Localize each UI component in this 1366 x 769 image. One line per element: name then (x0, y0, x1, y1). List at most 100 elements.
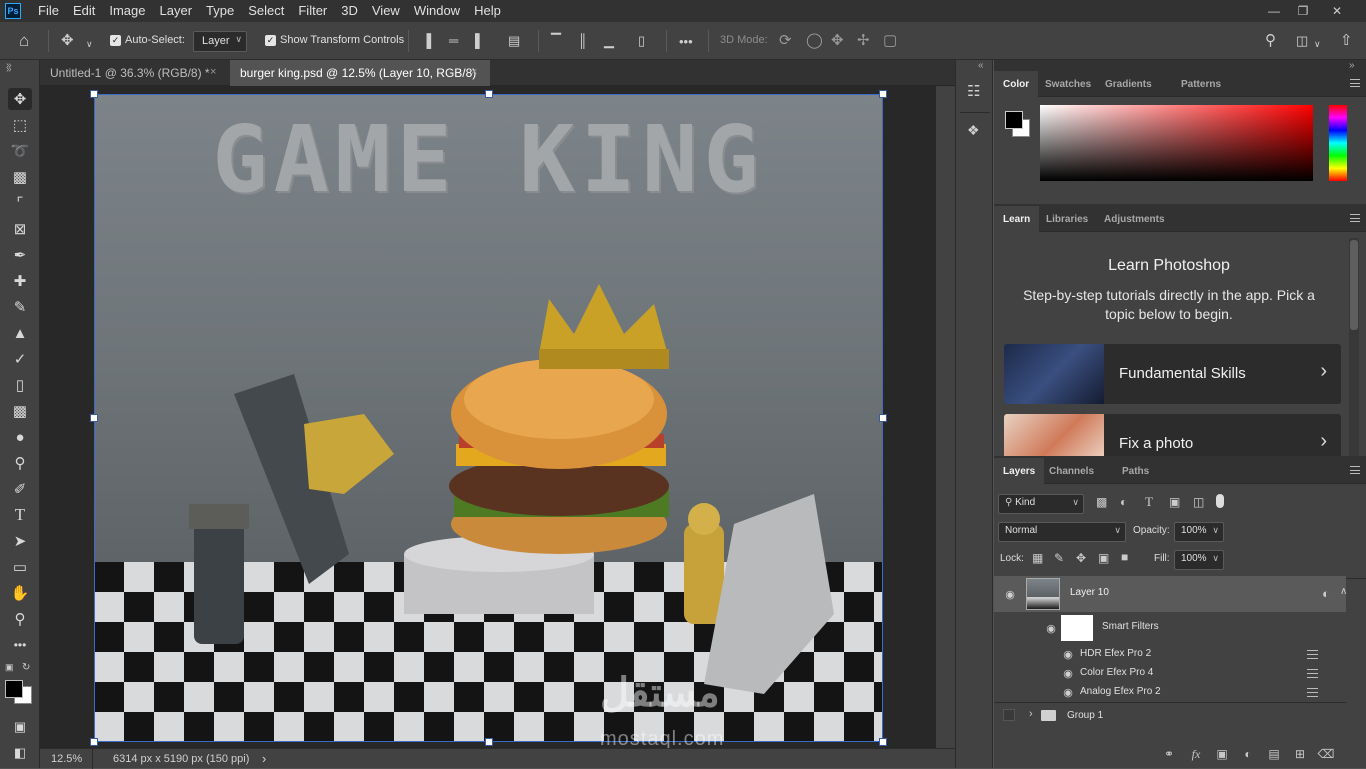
adjustment-layer-icon[interactable]: ◐ (1240, 746, 1256, 762)
zoom-tool-icon[interactable]: ⚲ (8, 608, 32, 630)
adjustment-filter-icon[interactable]: ◐ (1120, 495, 1127, 509)
tab-channels[interactable]: Channels (1040, 458, 1103, 484)
more-options-icon[interactable]: ••• (679, 33, 693, 51)
menu-file[interactable]: File (31, 0, 66, 22)
slide-3d-icon[interactable]: ✢ (857, 32, 870, 50)
transform-handle[interactable] (485, 738, 493, 746)
lock-position-icon[interactable]: ✥ (1076, 551, 1086, 565)
frame-tool-icon[interactable]: ⊠ (8, 218, 32, 240)
pen-tool-icon[interactable]: ✐ (8, 478, 32, 500)
history-brush-tool-icon[interactable]: ✓ (8, 348, 32, 370)
chevron-down-icon[interactable]: ∨ (86, 35, 93, 53)
align-bottom-icon[interactable]: ▁ (604, 32, 614, 50)
share-icon[interactable]: ⇧ (1340, 32, 1353, 50)
transform-handle[interactable] (485, 90, 493, 98)
tab-adjustments[interactable]: Adjustments (1095, 206, 1174, 232)
align-hcenter-icon[interactable]: ═ (449, 32, 458, 50)
tab-color[interactable]: Color (994, 71, 1039, 97)
lock-all-icon[interactable]: ■ (1121, 550, 1128, 564)
brush-tool-icon[interactable]: ✎ (8, 296, 32, 318)
default-colors-icon[interactable]: ▣ (5, 662, 14, 673)
search-icon[interactable]: ⚲ (1265, 32, 1276, 50)
panel-menu-icon[interactable] (1350, 79, 1360, 87)
menu-3d[interactable]: 3D (334, 0, 365, 22)
workspace-icon[interactable]: ◫ (1296, 32, 1308, 50)
restore-icon[interactable]: ❐ (1288, 0, 1318, 22)
menu-layer[interactable]: Layer (153, 0, 200, 22)
document-canvas[interactable]: GAME KING (94, 94, 883, 742)
transform-handle[interactable] (879, 90, 887, 98)
blur-tool-icon[interactable]: ● (8, 426, 32, 448)
fx-icon[interactable]: fx (1188, 746, 1204, 762)
swap-colors-icon[interactable]: ↻ (22, 662, 30, 673)
align-vcenter-icon[interactable]: ║ (578, 32, 587, 50)
clone-stamp-tool-icon[interactable]: ▲ (8, 322, 32, 344)
minimize-icon[interactable]: — (1259, 0, 1289, 22)
close-tab-icon[interactable]: × (210, 66, 216, 78)
crop-tool-icon[interactable]: ⌜ (8, 192, 32, 214)
lock-transparent-icon[interactable]: ▦ (1032, 551, 1043, 565)
visibility-toggle[interactable] (1003, 709, 1015, 721)
chevron-right-icon[interactable]: › (1029, 708, 1033, 720)
visibility-eye-icon[interactable]: ◉ (1061, 666, 1075, 680)
healing-brush-tool-icon[interactable]: ✚ (8, 270, 32, 292)
chevron-up-icon[interactable]: ∧ (1340, 586, 1347, 597)
object-select-tool-icon[interactable]: ▩ (8, 166, 32, 188)
filter-row-color-efex[interactable]: ◉ Color Efex Pro 4 (994, 663, 1344, 682)
align-top-icon[interactable]: ▔ (551, 32, 561, 50)
layer-row-layer-10[interactable]: ◉ Layer 10 ◐ ∧ (994, 576, 1347, 612)
layer-row-group-1[interactable]: › Group 1 (994, 703, 1344, 729)
quick-mask-icon[interactable]: ▣ (8, 716, 32, 738)
shape-filter-icon[interactable]: ▣ (1169, 495, 1180, 509)
learn-scrollbar[interactable] (1349, 238, 1359, 456)
edit-toolbar-icon[interactable]: ••• (8, 634, 32, 656)
blend-mode-dropdown[interactable]: Normal ∨ (998, 522, 1126, 542)
distribute-vertical-icon[interactable]: ▯ (638, 32, 645, 50)
learn-card-fundamental-skills[interactable]: Fundamental Skills › (1004, 344, 1341, 404)
hue-slider[interactable] (1329, 105, 1347, 181)
panel-menu-icon[interactable] (1350, 466, 1360, 474)
hand-tool-icon[interactable]: ✋ (8, 582, 32, 604)
tab-patterns[interactable]: Patterns (1172, 71, 1230, 97)
layer-kind-filter[interactable]: ⚲ Kind ∨ (998, 494, 1084, 514)
visibility-eye-icon[interactable]: ◉ (1044, 621, 1058, 635)
new-layer-icon[interactable]: ⊞ (1292, 746, 1308, 762)
close-tab-icon[interactable]: × (471, 66, 477, 78)
rectangle-tool-icon[interactable]: ▭ (8, 556, 32, 578)
image-filter-icon[interactable]: ▩ (1096, 495, 1107, 509)
tab-learn[interactable]: Learn (994, 206, 1040, 232)
collapse-icon[interactable]: » (6, 64, 12, 75)
move-tool-preset-icon[interactable]: ✥ (61, 32, 74, 50)
tab-burger-king[interactable]: burger king.psd @ 12.5% (Layer 10, RGB/8… (230, 60, 490, 86)
status-menu-arrow-icon[interactable]: › (262, 751, 266, 766)
lock-artboard-icon[interactable]: ▣ (1098, 551, 1109, 565)
menu-type[interactable]: Type (199, 0, 241, 22)
move-tool-icon[interactable]: ✥ (8, 88, 32, 110)
menu-help[interactable]: Help (467, 0, 508, 22)
foreground-color-swatch[interactable] (1005, 111, 1023, 129)
filter-row-analog-efex[interactable]: ◉ Analog Efex Pro 2 (994, 682, 1344, 701)
delete-layer-icon[interactable]: ⌫ (1318, 746, 1335, 762)
transform-handle[interactable] (90, 90, 98, 98)
filter-options-icon[interactable] (1307, 650, 1318, 659)
menu-filter[interactable]: Filter (291, 0, 334, 22)
auto-select-checkbox[interactable]: ✓ (110, 35, 121, 46)
marquee-tool-icon[interactable]: ⬚ (8, 114, 32, 136)
tab-swatches[interactable]: Swatches (1036, 71, 1100, 97)
eraser-tool-icon[interactable]: ▯ (8, 374, 32, 396)
lock-image-icon[interactable]: ✎ (1054, 551, 1064, 565)
lasso-tool-icon[interactable]: ➰ (8, 140, 32, 162)
menu-view[interactable]: View (365, 0, 407, 22)
visibility-eye-icon[interactable]: ◉ (1003, 587, 1017, 601)
tab-libraries[interactable]: Libraries (1037, 206, 1097, 232)
auto-select-dropdown[interactable]: Layer ∨ (193, 31, 247, 52)
fill-input[interactable]: 100% ∨ (1174, 550, 1224, 570)
zoom-level[interactable]: 12.5% (51, 753, 82, 765)
collapse-icon[interactable]: » (1349, 60, 1355, 71)
layer-row-smart-filters[interactable]: ◉ Smart Filters (994, 612, 1344, 644)
path-selection-tool-icon[interactable]: ➤ (8, 530, 32, 552)
distribute-icon[interactable]: ▤ (508, 32, 520, 50)
add-mask-icon[interactable]: ▣ (1214, 746, 1230, 762)
transform-handle[interactable] (879, 738, 887, 746)
dodge-tool-icon[interactable]: ⚲ (8, 452, 32, 474)
